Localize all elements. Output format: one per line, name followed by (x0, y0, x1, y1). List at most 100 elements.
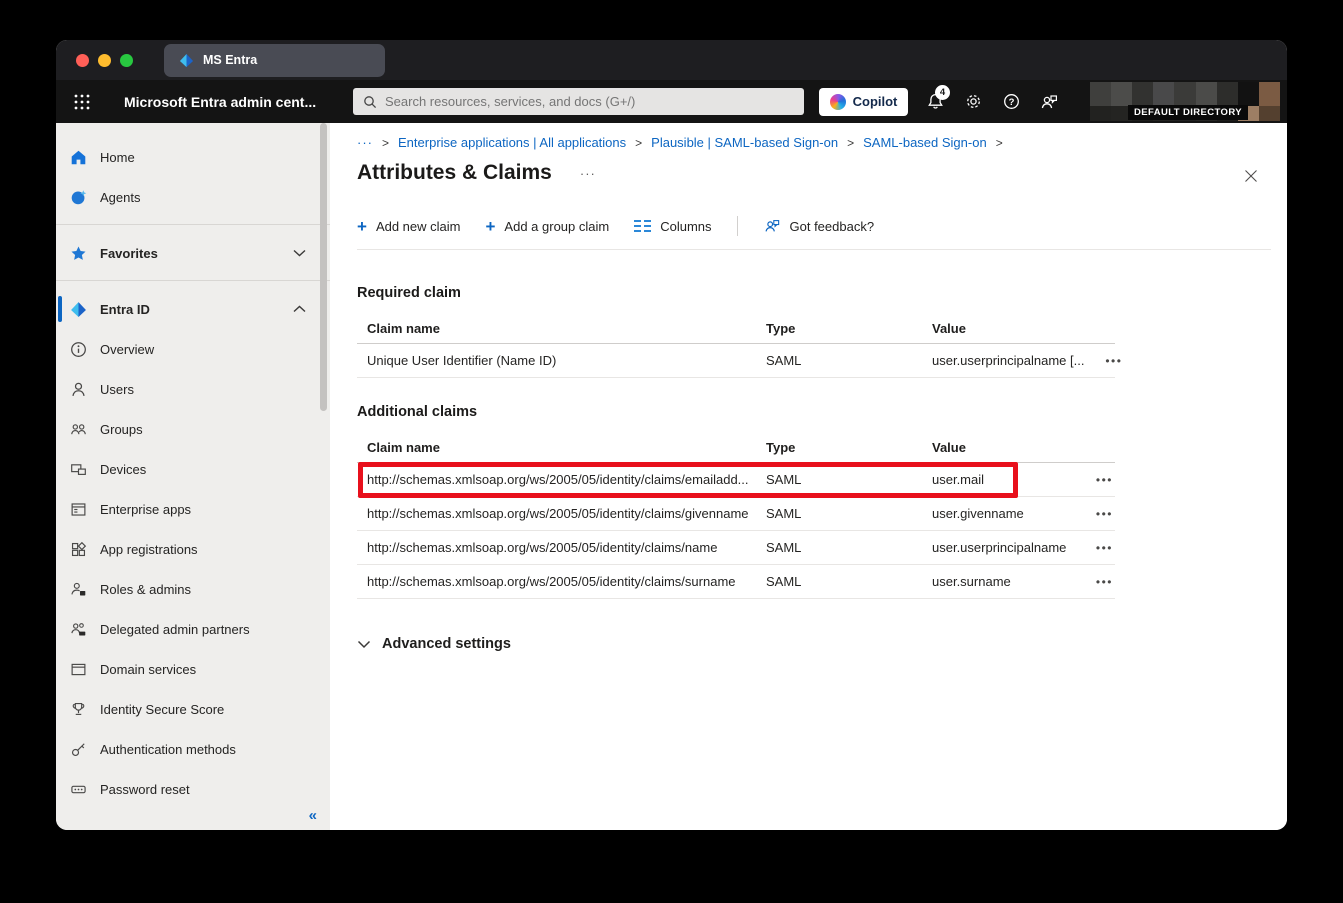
sidebar-item-home[interactable]: Home (56, 137, 330, 177)
search-input[interactable] (385, 94, 775, 109)
agents-icon (70, 189, 87, 206)
got-feedback-button[interactable]: Got feedback? (763, 217, 875, 235)
page-title-menu[interactable]: ··· (580, 166, 596, 181)
svg-text:?: ? (1008, 97, 1014, 108)
breadcrumb-plausible[interactable]: Plausible | SAML-based Sign-on (651, 135, 838, 150)
settings-button[interactable] (954, 83, 992, 121)
password-reset-icon (70, 781, 87, 798)
roles-admins-icon (70, 581, 87, 598)
sidebar-item-identity-secure-score[interactable]: Identity Secure Score (56, 689, 330, 729)
enterprise-apps-icon (70, 501, 87, 518)
row-menu-icon[interactable]: ••• (1096, 507, 1113, 521)
copilot-logo (830, 94, 846, 110)
feedback-person-icon (763, 217, 781, 235)
notifications-button[interactable]: 4 (916, 83, 954, 121)
row-menu-icon[interactable]: ••• (1105, 354, 1122, 368)
page-title: Attributes & Claims (357, 161, 552, 185)
table-row-surname-claim[interactable]: http://schemas.xmlsoap.org/ws/2005/05/id… (357, 565, 1115, 599)
breadcrumb-saml-sign-on[interactable]: SAML-based Sign-on (863, 135, 987, 150)
feedback-button[interactable] (1030, 83, 1068, 121)
help-icon: ? (1002, 92, 1021, 111)
sidebar-item-agents[interactable]: Agents (56, 177, 330, 217)
users-icon (70, 381, 87, 398)
sidebar-item-users[interactable]: Users (56, 369, 330, 409)
table-row[interactable]: Unique User Identifier (Name ID) SAML us… (357, 344, 1115, 378)
columns-button[interactable]: Columns (634, 219, 711, 234)
breadcrumb-overflow[interactable]: ··· (357, 135, 373, 150)
sidebar-divider (56, 280, 330, 281)
table-header-row: Claim name Type Value (357, 314, 1115, 344)
sidebar-divider (56, 224, 330, 225)
row-menu-icon[interactable]: ••• (1096, 473, 1113, 487)
add-new-claim-button[interactable]: + Add new claim (357, 218, 460, 235)
copilot-button[interactable]: Copilot (819, 88, 908, 116)
overview-icon (70, 341, 87, 358)
breadcrumb-separator: > (847, 136, 854, 150)
sidebar-item-roles-admins[interactable]: Roles & admins (56, 569, 330, 609)
star-icon (70, 245, 87, 262)
sidebar: Home Agents Favorites (56, 123, 330, 830)
sidebar-item-devices[interactable]: Devices (56, 449, 330, 489)
sidebar-item-enterprise-apps[interactable]: Enterprise apps (56, 489, 330, 529)
feedback-icon (1039, 92, 1059, 112)
delegated-admin-partners-icon (70, 621, 87, 638)
sidebar-item-app-registrations[interactable]: App registrations (56, 529, 330, 569)
additional-claims-table: Claim name Type Value http://schemas.xml… (357, 433, 1115, 599)
table-row-name-claim[interactable]: http://schemas.xmlsoap.org/ws/2005/05/id… (357, 531, 1115, 565)
sidebar-item-delegated-admin-partners[interactable]: Delegated admin partners (56, 609, 330, 649)
sidebar-section-favorites[interactable]: Favorites (56, 233, 330, 273)
chevron-down-icon (357, 640, 371, 649)
identity-secure-score-icon (70, 701, 87, 718)
table-header-row: Claim name Type Value (357, 433, 1115, 463)
required-claim-table: Claim name Type Value Unique User Identi… (357, 314, 1115, 378)
main-content: ··· > Enterprise applications | All appl… (330, 123, 1287, 830)
help-button[interactable]: ? (992, 83, 1030, 121)
groups-icon (70, 421, 87, 438)
home-icon (70, 149, 87, 166)
sidebar-item-overview[interactable]: Overview (56, 329, 330, 369)
breadcrumb-enterprise-applications[interactable]: Enterprise applications | All applicatio… (398, 135, 626, 150)
col-type: Type (766, 321, 932, 336)
col-claim-name: Claim name (357, 321, 766, 336)
breadcrumb-separator: > (635, 136, 642, 150)
entra-id-icon (70, 301, 87, 318)
table-row-email-claim[interactable]: http://schemas.xmlsoap.org/ws/2005/05/id… (357, 463, 1115, 497)
traffic-lights (56, 54, 164, 67)
browser-tab[interactable]: MS Entra (164, 44, 385, 77)
toolbar-rule (357, 249, 1271, 250)
col-type: Type (766, 440, 932, 455)
row-menu-icon[interactable]: ••• (1096, 575, 1113, 589)
required-claim-heading: Required claim (357, 285, 1287, 301)
app-header: Microsoft Entra admin cent... Copilot 4 … (56, 80, 1287, 123)
global-search[interactable] (353, 88, 804, 115)
minimize-light[interactable] (98, 54, 111, 67)
add-group-claim-button[interactable]: + Add a group claim (485, 218, 609, 235)
chevron-down-icon (293, 249, 306, 257)
app-registrations-icon (70, 541, 87, 558)
sidebar-scrollbar[interactable] (320, 123, 327, 411)
sidebar-item-authentication-methods[interactable]: Authentication methods (56, 729, 330, 769)
waffle-icon[interactable] (73, 93, 91, 111)
entra-tab-icon (179, 53, 194, 68)
domain-services-icon (70, 661, 87, 678)
command-bar: + Add new claim + Add a group claim Colu… (357, 216, 1287, 236)
close-light[interactable] (76, 54, 89, 67)
plus-icon: + (485, 218, 495, 235)
breadcrumb: ··· > Enterprise applications | All appl… (357, 135, 1287, 150)
sidebar-section-entra-id[interactable]: Entra ID (56, 289, 330, 329)
additional-claims-heading: Additional claims (357, 404, 1287, 420)
close-icon[interactable] (1243, 168, 1259, 184)
advanced-settings-toggle[interactable]: Advanced settings (357, 636, 1287, 652)
sidebar-item-groups[interactable]: Groups (56, 409, 330, 449)
sidebar-collapse-button[interactable]: « (309, 807, 317, 824)
sidebar-item-domain-services[interactable]: Domain services (56, 649, 330, 689)
directory-badge: DEFAULT DIRECTORY (1128, 105, 1248, 120)
toolbar-divider (737, 216, 738, 236)
gear-icon (964, 92, 983, 111)
sidebar-item-password-reset[interactable]: Password reset (56, 769, 330, 809)
row-menu-icon[interactable]: ••• (1096, 541, 1113, 555)
app-window: MS Entra Microsoft Entra admin cent... C… (56, 40, 1287, 830)
maximize-light[interactable] (120, 54, 133, 67)
product-title[interactable]: Microsoft Entra admin cent... (124, 94, 323, 110)
table-row-givenname-claim[interactable]: http://schemas.xmlsoap.org/ws/2005/05/id… (357, 497, 1115, 531)
